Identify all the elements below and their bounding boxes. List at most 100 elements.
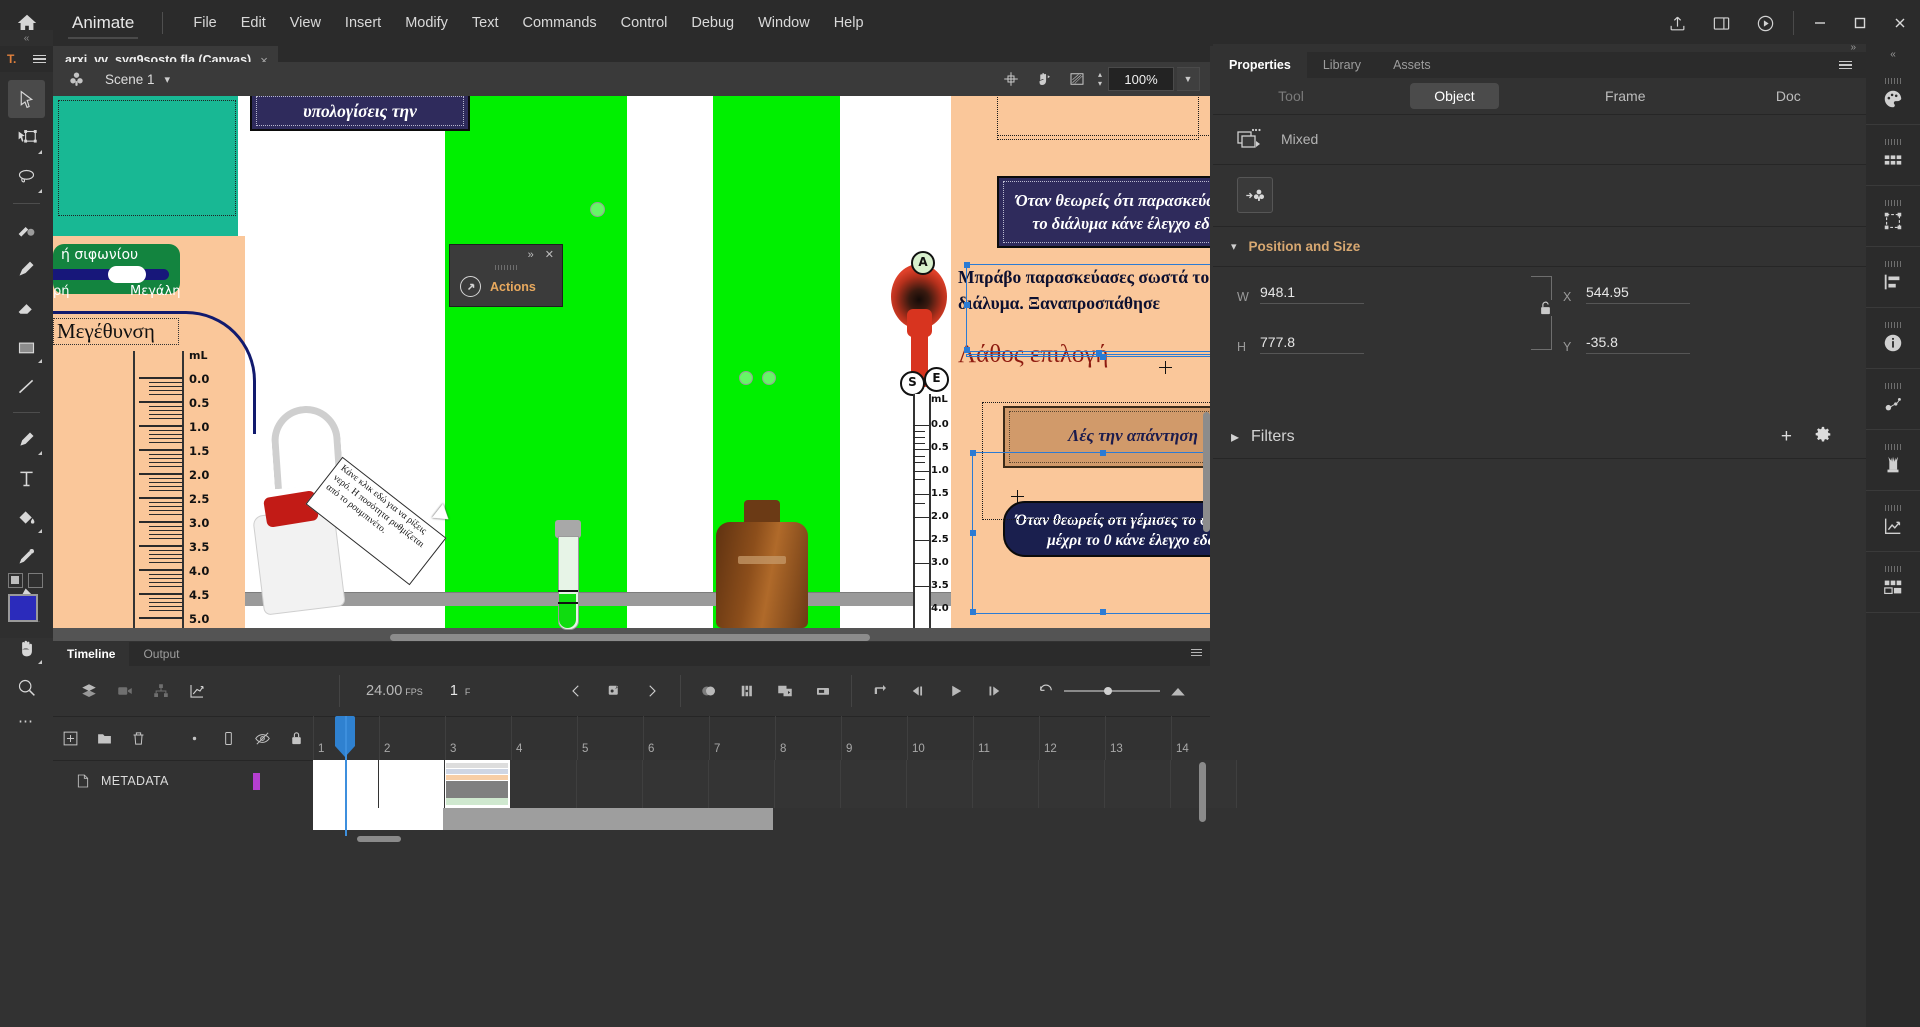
frame-cell[interactable] <box>1039 760 1105 808</box>
selection-handle[interactable] <box>964 302 970 308</box>
properties-menu-icon[interactable] <box>1839 61 1852 70</box>
add-filter-button[interactable]: + <box>1781 426 1792 448</box>
height-value[interactable]: 777.8 <box>1260 334 1364 354</box>
actions-panel-grip[interactable] <box>450 264 562 271</box>
segment-frame[interactable]: Frame <box>1581 83 1669 109</box>
y-value[interactable]: -35.8 <box>1586 334 1690 354</box>
frame-cell[interactable] <box>643 760 709 808</box>
rail-collapse-icon[interactable]: « <box>1866 44 1920 64</box>
menu-modify[interactable]: Modify <box>393 9 460 37</box>
selection-handle[interactable] <box>1100 609 1106 615</box>
timeline-vscroll-thumb[interactable] <box>1199 762 1206 822</box>
y-field[interactable]: Y -35.8 <box>1563 334 1690 354</box>
selection-tool[interactable] <box>8 80 45 118</box>
clip-content-icon[interactable] <box>1062 64 1092 94</box>
transform-panel-icon[interactable] <box>1866 186 1920 247</box>
undo-icon[interactable] <box>1028 674 1064 708</box>
convert-to-symbol-button[interactable] <box>1237 177 1273 213</box>
frame-ruler-cell[interactable]: 2 <box>379 716 446 760</box>
new-folder-icon[interactable] <box>87 721 121 755</box>
tools-menu-icon[interactable] <box>33 54 46 64</box>
menu-view[interactable]: View <box>278 9 333 37</box>
frame-ruler-cell[interactable]: 14 <box>1171 716 1238 760</box>
menu-debug[interactable]: Debug <box>679 9 746 37</box>
step-back-icon[interactable] <box>900 674 936 708</box>
menu-file[interactable]: File <box>181 9 228 37</box>
lasso-tool[interactable] <box>8 158 45 196</box>
pipette-button-a[interactable]: A <box>911 251 935 275</box>
menu-window[interactable]: Window <box>746 9 822 37</box>
timeline-horizontal-scrollbar[interactable] <box>313 834 1210 844</box>
line-tool[interactable] <box>8 367 45 405</box>
magnify-label-box[interactable]: Μεγέθυνση <box>53 318 179 345</box>
motion-graph-icon[interactable] <box>179 674 215 708</box>
rail-grip[interactable] <box>1884 566 1902 572</box>
frame-cell[interactable] <box>379 760 445 808</box>
selection-handle[interactable] <box>970 530 976 536</box>
stage-text-top[interactable]: υπολογίσεις την συγκέντρωση <box>250 96 470 157</box>
timeline-menu-icon[interactable] <box>1191 649 1202 657</box>
delete-layer-icon[interactable] <box>121 721 155 755</box>
segment-object[interactable]: Object <box>1410 83 1499 109</box>
color-panel-icon[interactable] <box>1866 64 1920 125</box>
timeline-zoom-handle[interactable] <box>1104 686 1112 695</box>
rail-grip[interactable] <box>1884 78 1902 84</box>
pipette-button-e[interactable]: E <box>924 367 949 392</box>
timeline-vertical-scrollbar[interactable] <box>1199 762 1206 862</box>
siphon-slider-widget[interactable]: ή σιφωνίου ρή Μεγάλη <box>53 244 180 299</box>
camera-icon[interactable] <box>107 674 143 708</box>
layers-stack-icon[interactable] <box>71 674 107 708</box>
width-field[interactable]: W 948.1 <box>1237 284 1364 304</box>
frame-ruler-cell[interactable]: 6 <box>643 716 710 760</box>
onion-skin-outlines-icon[interactable] <box>729 674 765 708</box>
zoom-level-input[interactable]: 100% <box>1108 67 1174 91</box>
chevron-down-icon[interactable]: ▾ <box>1231 240 1237 253</box>
segment-doc[interactable]: Doc <box>1752 83 1825 109</box>
frame-ruler-cell[interactable]: 10 <box>907 716 974 760</box>
tools-collapse-icon[interactable]: « <box>0 30 53 46</box>
timeline-hscroll-thumb[interactable] <box>357 836 401 842</box>
actions-panel-row[interactable]: Actions <box>450 271 562 297</box>
fill-color-swatch[interactable] <box>28 573 43 588</box>
rail-grip[interactable] <box>1884 383 1902 389</box>
menu-text[interactable]: Text <box>460 9 511 37</box>
minimize-icon[interactable] <box>1800 0 1840 46</box>
stage-hscroll-thumb[interactable] <box>390 634 870 641</box>
menu-insert[interactable]: Insert <box>333 9 393 37</box>
width-value[interactable]: 948.1 <box>1260 284 1364 304</box>
rail-grip[interactable] <box>1884 200 1902 206</box>
tab-properties[interactable]: Properties <box>1213 52 1307 78</box>
rotate-hand-icon[interactable] <box>1029 64 1059 94</box>
frame-cell[interactable] <box>445 760 511 808</box>
text-tool[interactable] <box>8 459 45 497</box>
frame-ruler-cell[interactable]: 12 <box>1039 716 1106 760</box>
zoom-tool[interactable] <box>8 668 45 706</box>
menu-edit[interactable]: Edit <box>229 9 278 37</box>
share-icon[interactable] <box>1655 0 1699 46</box>
wash-bottle[interactable]: Κάνε κλικ εδώ για να ρίξεις νερό. Η ποσό… <box>250 403 455 616</box>
pipette-button-s[interactable]: S <box>900 371 925 396</box>
frames-row[interactable] <box>313 760 1237 808</box>
actions-floating-panel[interactable]: » ✕ Actions <box>449 244 563 307</box>
current-frame-value[interactable]: 1 <box>426 683 458 699</box>
eyedropper-tool[interactable] <box>8 537 45 575</box>
selection-handle[interactable] <box>1100 354 1106 360</box>
swatches-panel-icon[interactable] <box>1866 125 1920 186</box>
timeline-zoom-track[interactable] <box>1064 686 1160 695</box>
timeline-zoom-slider[interactable] <box>1014 674 1196 708</box>
frame-ruler-cell[interactable]: 13 <box>1105 716 1172 760</box>
height-field[interactable]: H 777.8 <box>1237 334 1364 354</box>
selection-handle[interactable] <box>964 347 970 353</box>
tab-assets[interactable]: Assets <box>1377 52 1447 78</box>
scene-selector[interactable]: Scene 1 ▾ <box>99 72 170 87</box>
loop-playback-icon[interactable] <box>862 674 898 708</box>
layer-row-metadata[interactable]: METADATA <box>53 760 313 802</box>
siphon-slider-knob[interactable] <box>108 266 146 283</box>
frame-cell[interactable] <box>841 760 907 808</box>
lock-aspect-ratio-icon[interactable] <box>1538 300 1553 316</box>
chevron-down-icon[interactable]: ▾ <box>165 73 171 86</box>
paint-bucket-tool[interactable] <box>8 498 45 536</box>
transform-origin-icon[interactable] <box>1011 490 1024 503</box>
layer-parenting-icon[interactable] <box>143 674 179 708</box>
insert-keyframe-icon[interactable]: A <box>596 674 632 708</box>
